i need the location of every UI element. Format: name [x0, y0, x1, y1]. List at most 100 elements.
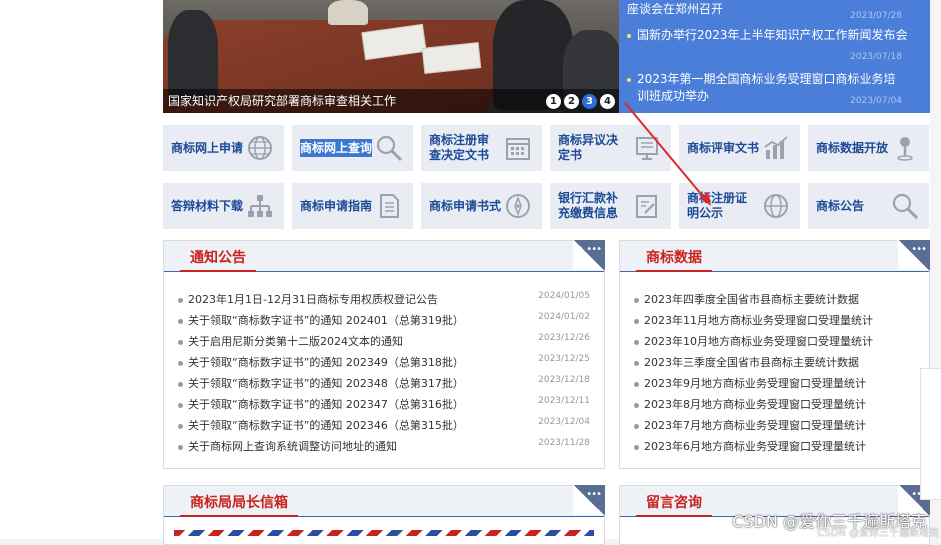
- tile-adjudication-documents[interactable]: 商标评审文书: [679, 125, 800, 171]
- notice-text[interactable]: 关于领取“商标数字证书”的通知 202401（总第319批）: [188, 314, 464, 327]
- document-board-icon: [636, 137, 658, 160]
- news-title[interactable]: 国新办举行2023年上半年知识产权工作新闻发布会: [637, 28, 908, 42]
- photo-banner[interactable]: 国家知识产权局研究部署商标审查相关工作 1 2 3 4: [163, 0, 619, 113]
- list-item[interactable]: 关于领取“商标数字证书”的通知 202346（总第315批） 2023/12/04: [178, 417, 590, 438]
- notices-title[interactable]: 通知公告: [180, 247, 256, 272]
- stats-text[interactable]: 2023年8月地方商标业务受理窗口受理量统计: [644, 398, 866, 411]
- notices-panel: 通知公告 ••• 2023年1月1日-12月31日商标专用权质权登记公告 2024…: [163, 240, 605, 469]
- tile-application-forms[interactable]: 商标申请书式: [421, 183, 542, 229]
- notice-text[interactable]: 关于领取“商标数字证书”的通知 202348（总第317批）: [188, 377, 464, 390]
- notice-text[interactable]: 2023年1月1日-12月31日商标专用权质权登记公告: [188, 293, 438, 306]
- stats-text[interactable]: 2023年四季度全国省市县商标主要统计数据: [644, 293, 859, 306]
- tile-defense-materials[interactable]: 答辩材料下载: [163, 183, 284, 229]
- list-item[interactable]: 关于启用尼斯分类第十二版2024文本的通知 2023/12/26: [178, 333, 590, 354]
- more-icon[interactable]: •••: [898, 240, 930, 270]
- notice-date: 2024/01/02: [538, 312, 590, 322]
- edit-document-icon: [636, 195, 657, 218]
- tile-application-guide[interactable]: 商标申请指南: [292, 183, 413, 229]
- list-item[interactable]: 关于领取“商标数字证书”的通知 202348（总第317批） 2023/12/18: [178, 375, 590, 396]
- tile-online-application[interactable]: 商标网上申请: [163, 125, 284, 171]
- stats-header: 商标数据: [620, 241, 929, 272]
- list-item[interactable]: 2023年四季度全国省市县商标主要统计数据: [634, 291, 915, 312]
- list-item[interactable]: 2023年11月地方商标业务受理窗口受理量统计: [634, 312, 915, 333]
- search-icon: [376, 135, 403, 162]
- compass-icon: [506, 194, 530, 218]
- bullet-icon: [178, 402, 183, 408]
- list-item[interactable]: 2023年7月地方商标业务受理窗口受理量统计: [634, 417, 915, 438]
- page: 国家知识产权局研究部署商标审查相关工作 1 2 3 4 座谈会在郑州召开 202…: [0, 0, 941, 545]
- pin-icon: [897, 137, 913, 161]
- stats-text[interactable]: 2023年三季度全国省市县商标主要统计数据: [644, 356, 859, 369]
- tile-open-data[interactable]: 商标数据开放: [808, 125, 929, 171]
- bullet-icon: [178, 339, 183, 345]
- list-item[interactable]: 2023年6月地方商标业务受理窗口受理量统计: [634, 438, 915, 459]
- tile-label: 商标公告: [816, 198, 865, 213]
- side-float-widget[interactable]: [920, 368, 941, 500]
- tile-registration-certificate[interactable]: 商标注册证明公示: [679, 183, 800, 229]
- list-item[interactable]: 2023年三季度全国省市县商标主要统计数据: [634, 354, 915, 375]
- globe-icon: [248, 136, 272, 160]
- stats-text[interactable]: 2023年10月地方商标业务受理窗口受理量统计: [644, 335, 873, 348]
- news-date: 2023/07/28: [850, 11, 902, 21]
- list-item[interactable]: 2023年1月1日-12月31日商标专用权质权登记公告 2024/01/05: [178, 291, 590, 312]
- tile-label: 商标注册审查决定文书: [429, 133, 490, 162]
- tile-review-decisions[interactable]: 商标注册审查决定文书: [421, 125, 542, 171]
- list-item[interactable]: 关于领取“商标数字证书”的通知 202401（总第319批） 2024/01/02: [178, 312, 590, 333]
- notice-text[interactable]: 关于领取“商标数字证书”的通知 202346（总第315批）: [188, 419, 464, 432]
- tile-label: 商标数据开放: [816, 140, 889, 155]
- banner-person-image: [168, 10, 218, 100]
- tile-opposition-decisions[interactable]: 商标异议决定书: [550, 125, 671, 171]
- more-icon[interactable]: •••: [573, 240, 605, 270]
- banner-pager-dot-2[interactable]: 2: [564, 94, 579, 109]
- stats-text[interactable]: 2023年7月地方商标业务受理窗口受理量统计: [644, 419, 866, 432]
- stats-text[interactable]: 2023年9月地方商标业务受理窗口受理量统计: [644, 377, 866, 390]
- list-item[interactable]: 2023年8月地方商标业务受理窗口受理量统计: [634, 396, 915, 417]
- tile-announcements[interactable]: 商标公告: [808, 183, 929, 229]
- search-icon: [892, 193, 919, 220]
- bullet-icon: [178, 360, 183, 366]
- stats-text[interactable]: 2023年11月地方商标业务受理窗口受理量统计: [644, 314, 873, 327]
- airmail-stripe: [174, 530, 594, 536]
- tile-online-search[interactable]: 商标网上查询: [292, 125, 413, 171]
- news-item[interactable]: 国新办举行2023年上半年知识产权工作新闻发布会: [627, 27, 922, 44]
- bullet-icon: [634, 339, 639, 345]
- list-item[interactable]: 2023年10月地方商标业务受理窗口受理量统计: [634, 333, 915, 354]
- tile-label: 商标评审文书: [687, 140, 760, 155]
- bar-chart-icon: [764, 136, 788, 159]
- consult-title[interactable]: 留言咨询: [636, 492, 712, 517]
- stats-panel: 商标数据 ••• 2023年四季度全国省市县商标主要统计数据 2023年11月地…: [619, 240, 930, 469]
- notice-text[interactable]: 关于领取“商标数字证书”的通知 202349（总第318批）: [188, 356, 464, 369]
- bullet-icon: [178, 297, 183, 303]
- tile-bank-payment[interactable]: 银行汇款补充缴费信息: [550, 183, 671, 229]
- bullet-icon: [178, 444, 183, 450]
- notice-date: 2023/12/11: [538, 396, 590, 406]
- list-item[interactable]: 关于领取“商标数字证书”的通知 202347（总第316批） 2023/12/11: [178, 396, 590, 417]
- banner-pager-dot-1[interactable]: 1: [546, 94, 561, 109]
- banner-pager-dot-4[interactable]: 4: [600, 94, 615, 109]
- tile-label: 商标申请指南: [300, 198, 373, 213]
- tile-label: 商标申请书式: [429, 198, 502, 213]
- list-item[interactable]: 关于领取“商标数字证书”的通知 202349（总第318批） 2023/12/25: [178, 354, 590, 375]
- notice-text[interactable]: 关于领取“商标数字证书”的通知 202347（总第316批）: [188, 398, 464, 411]
- list-item[interactable]: 关于商标网上查询系统调整访问地址的通知 2023/11/28: [178, 438, 590, 459]
- tile-label: 商标网上查询: [300, 139, 373, 157]
- bullet-icon: [627, 77, 631, 82]
- notice-date: 2023/12/26: [538, 333, 590, 343]
- stats-text[interactable]: 2023年6月地方商标业务受理窗口受理量统计: [644, 440, 866, 453]
- director-mailbox-header: 商标局局长信箱: [164, 486, 604, 517]
- list-item[interactable]: 2023年9月地方商标业务受理窗口受理量统计: [634, 375, 915, 396]
- news-title[interactable]: 座谈会在郑州召开: [627, 2, 723, 16]
- calendar-icon: [506, 138, 530, 160]
- banner-caption[interactable]: 国家知识产权局研究部署商标审查相关工作: [168, 92, 396, 109]
- bullet-icon: [178, 318, 183, 324]
- sitemap-icon: [248, 195, 272, 217]
- news-list: 座谈会在郑州召开 2023/07/28 国新办举行2023年上半年知识产权工作新…: [619, 0, 930, 113]
- more-icon[interactable]: •••: [573, 485, 605, 515]
- stats-title[interactable]: 商标数据: [636, 247, 712, 272]
- notices-header: 通知公告: [164, 241, 604, 272]
- notice-text[interactable]: 关于商标网上查询系统调整访问地址的通知: [188, 440, 397, 453]
- banner-pager-dot-3[interactable]: 3: [582, 94, 597, 109]
- bullet-icon: [634, 360, 639, 366]
- director-mailbox-title[interactable]: 商标局局长信箱: [180, 492, 298, 517]
- notice-text[interactable]: 关于启用尼斯分类第十二版2024文本的通知: [188, 335, 403, 348]
